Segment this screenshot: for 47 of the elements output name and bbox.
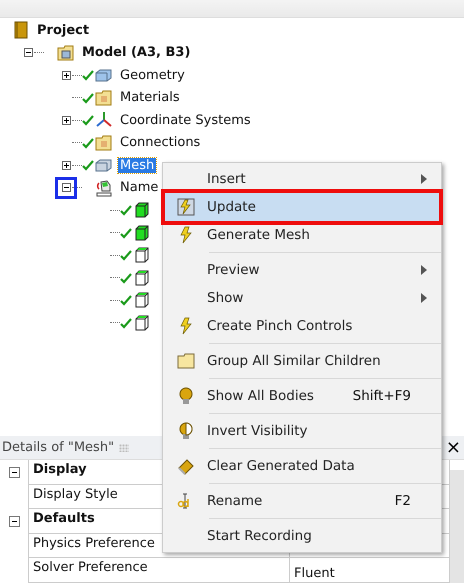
lightbulb-icon [177, 387, 195, 405]
folder-icon [95, 134, 113, 152]
menu-item[interactable]: Insert [165, 165, 439, 193]
cube-icon [133, 246, 151, 264]
tree-item[interactable]: Materials [118, 90, 182, 106]
tree-item[interactable]: Coordinate Systems [118, 112, 253, 128]
tree-item[interactable]: Project [35, 22, 92, 38]
update-icon [177, 198, 195, 216]
scrollbar[interactable] [450, 470, 464, 582]
folder-icon [57, 44, 75, 62]
tree-item[interactable]: Geometry [118, 68, 187, 83]
cube-icon [133, 314, 151, 332]
axes-icon [95, 111, 113, 130]
expander-toggle[interactable] [62, 183, 70, 192]
expander-toggle[interactable] [8, 466, 20, 478]
tree-item[interactable]: Connections [118, 135, 202, 150]
menu-item[interactable]: Show All Bodies Shift+F9 [165, 382, 439, 410]
cube-icon [133, 224, 151, 242]
panel-title: Details of "Mesh" [2, 440, 114, 455]
menu-item[interactable]: Preview [165, 256, 439, 284]
grip-icon [119, 444, 130, 452]
close-button[interactable]: × [442, 437, 464, 458]
menu-item[interactable]: Generate Mesh [165, 221, 439, 249]
expander-toggle[interactable] [24, 48, 32, 58]
tree-item[interactable]: Model (A3, B3) [80, 45, 192, 60]
cube-icon [133, 201, 151, 220]
expander-toggle[interactable] [8, 516, 20, 527]
expander-toggle[interactable] [62, 160, 70, 170]
lightbulb-icon [177, 422, 195, 440]
selection-icon [95, 178, 113, 197]
menu-item[interactable]: Create Pinch Controls [165, 312, 439, 340]
property-name: Solver Preference [28, 558, 290, 582]
cube-icon [133, 291, 151, 310]
folder-icon [95, 88, 113, 107]
eraser-icon [177, 457, 195, 475]
book-icon [12, 21, 30, 40]
menu-item[interactable]: Update [165, 193, 439, 221]
expander-toggle[interactable] [62, 70, 70, 80]
tree-item[interactable]: Mesh [118, 158, 156, 173]
menu-item[interactable]: Group All Similar Children [165, 347, 439, 375]
folder-icon [177, 352, 195, 370]
cube-icon [133, 268, 151, 287]
tree-item[interactable]: Name [118, 180, 160, 196]
property-value[interactable]: Fluent [290, 558, 449, 582]
menu-item[interactable]: Invert Visibility [165, 417, 439, 445]
menu-item[interactable]: Show [165, 284, 439, 312]
expander-toggle[interactable] [62, 116, 70, 125]
